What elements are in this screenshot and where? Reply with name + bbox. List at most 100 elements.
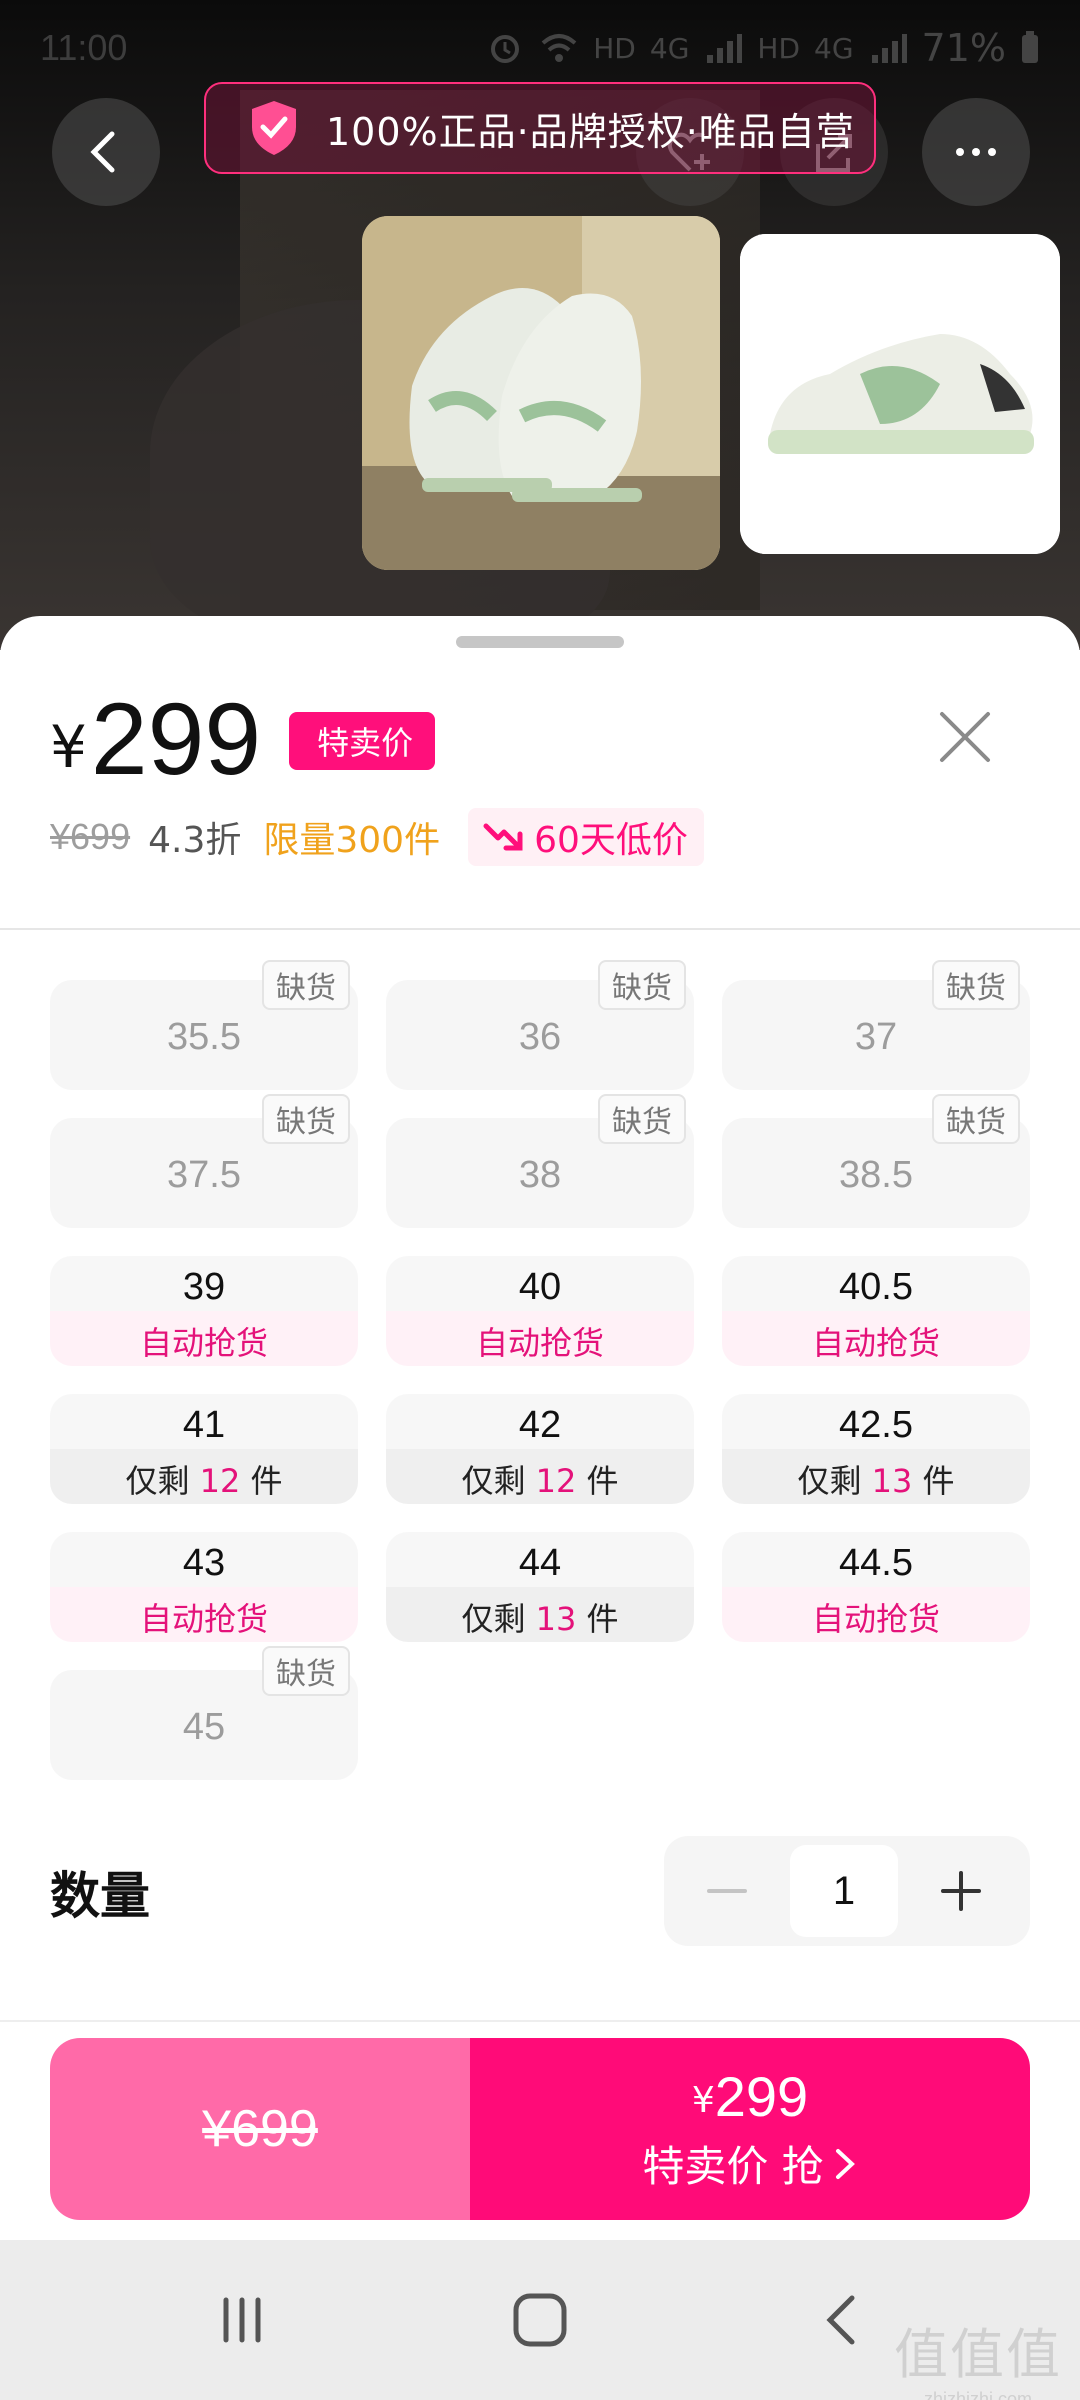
trend-down-icon [483,823,523,851]
signal-icon-2 [871,34,907,63]
size-value: 40 [518,1266,562,1308]
back-nav-button[interactable] [804,2280,884,2360]
size-value: 42 [518,1404,562,1446]
stock-count: 12 [199,1462,241,1500]
sku-selector-sheet: ¥ 299 特卖价 ¥699 4.3折 限量300件 60天低价 35.5 36… [0,616,1080,2240]
status-time: 11:00 [40,27,128,68]
divider [0,928,1080,930]
decrement-button[interactable] [664,1836,790,1946]
out-of-stock-badge: 缺货 [932,960,1020,1010]
size-value: 37.5 [167,1154,241,1196]
sale-price: 299 [90,682,262,796]
size-option[interactable]: 40.5 自动抢货 [722,1256,1030,1366]
buy-cta-label: 特卖价 抢 [642,2142,824,2191]
buy-cta: 特卖价 抢 [642,2133,857,2194]
size-value: 39 [182,1266,226,1308]
low-price-text: 60天低价 [534,820,688,861]
quantity-value[interactable]: 1 [790,1845,898,1937]
out-of-stock-badge: 缺货 [932,1094,1020,1144]
sale-buy-button[interactable]: ¥ 299 特卖价 抢 [470,2038,1030,2220]
stock-suffix: 件 [576,1600,619,1638]
size-option[interactable]: 43 自动抢货 [50,1532,358,1642]
watermark: 值值值 zhizhizhi.com [894,2310,1062,2400]
original-price-buy-button[interactable]: ¥699 [50,2038,470,2220]
original-price: ¥699 [50,816,131,857]
status-icons: HD 4G HD 4G 71% [485,26,1040,70]
more-button[interactable] [922,98,1030,206]
size-option[interactable]: 41 仅剩 12 件 [50,1394,358,1504]
chevron-left-icon [90,131,115,173]
auto-grab-label: 自动抢货 [811,1600,940,1638]
more-dots-icon [956,148,996,156]
size-option[interactable]: 44.5 自动抢货 [722,1532,1030,1642]
guarantee-banner: 100%正品·品牌授权·唯品自营 [204,82,876,174]
divider [0,2020,1080,2022]
close-icon[interactable] [934,706,996,768]
stock-count: 12 [535,1462,577,1500]
size-value: 42.5 [839,1404,913,1446]
size-value: 37 [854,1016,898,1058]
size-option[interactable]: 42 仅剩 12 件 [386,1394,694,1504]
stock-count: 13 [535,1600,577,1638]
buy-sale-price: ¥ 299 [692,2064,808,2129]
battery-icon [1022,31,1038,63]
stock-prefix: 仅剩 [461,1462,536,1500]
stock-count: 13 [871,1462,913,1500]
stock-left-label: 仅剩 12 件 [386,1456,694,1502]
stock-suffix: 件 [576,1462,619,1500]
network-label-1: HD [593,31,636,65]
home-icon [513,2293,567,2347]
shoe-lifestyle-photo [362,216,720,570]
shield-check-icon [252,101,296,155]
signal-icon [707,34,743,63]
size-value: 43 [182,1542,226,1584]
network-label-4: 4G [814,31,854,65]
low-price-badge: 60天低价 [468,808,704,866]
size-option[interactable]: 44 仅剩 13 件 [386,1532,694,1642]
buy-bar: ¥699 ¥ 299 特卖价 抢 [50,2038,1030,2220]
guarantee-text: 100%正品·品牌授权·唯品自营 [326,109,855,154]
product-image-side[interactable] [740,234,1060,554]
increment-button[interactable] [898,1836,1024,1946]
price-details-row: ¥699 4.3折 限量300件 60天低价 [50,808,704,866]
battery-percent: 71% [921,26,1006,70]
discount-label: 4.3折 [148,820,242,861]
size-value: 44.5 [839,1542,913,1584]
size-option[interactable]: 42.5 仅剩 13 件 [722,1394,1030,1504]
product-gallery-backdrop: 11:00 HD 4G HD 4G 71% 100%正品·品牌授权·唯品自营 [0,0,1080,650]
quantity-stepper: 1 [664,1836,1030,1946]
price-row: ¥ 299 特卖价 [50,682,436,796]
size-grid: 35.5 36 37 37.5 38 38.5 39 自动抢货 40 自动抢货 … [50,980,1030,1780]
back-button[interactable] [52,98,160,206]
product-image-lifestyle[interactable] [362,216,720,570]
out-of-stock-badge: 缺货 [262,960,350,1010]
size-value: 41 [182,1404,226,1446]
network-label-3: HD [757,31,801,65]
size-value: 36 [518,1016,562,1058]
stock-left-label: 仅剩 12 件 [50,1456,358,1502]
out-of-stock-badge: 缺货 [598,1094,686,1144]
minus-icon [707,1889,747,1893]
size-value: 35.5 [167,1016,241,1058]
buy-price-value: 299 [714,2065,809,2128]
limited-quantity-label: 限量300件 [263,820,441,861]
chevron-right-icon [835,2148,855,2179]
out-of-stock-badge: 缺货 [262,1646,350,1696]
recent-apps-button[interactable] [202,2280,282,2360]
plus-icon [941,1871,981,1911]
shoe-side-photo [740,234,1060,554]
sheet-drag-handle[interactable] [456,636,624,648]
home-button[interactable] [500,2280,580,2360]
size-option[interactable]: 39 自动抢货 [50,1256,358,1366]
auto-grab-label: 自动抢货 [475,1324,604,1362]
auto-grab-label: 自动抢货 [139,1324,268,1362]
stock-left-label: 仅剩 13 件 [386,1594,694,1640]
stock-suffix: 件 [912,1462,955,1500]
buy-currency: ¥ [691,2080,715,2121]
buy-original-price: ¥699 [202,2100,318,2158]
currency-symbol: ¥ [50,713,87,781]
recent-apps-icon [223,2297,261,2343]
size-option[interactable]: 40 自动抢货 [386,1256,694,1366]
alarm-icon [491,35,520,63]
price-tag-badge: 特卖价 [289,712,436,770]
